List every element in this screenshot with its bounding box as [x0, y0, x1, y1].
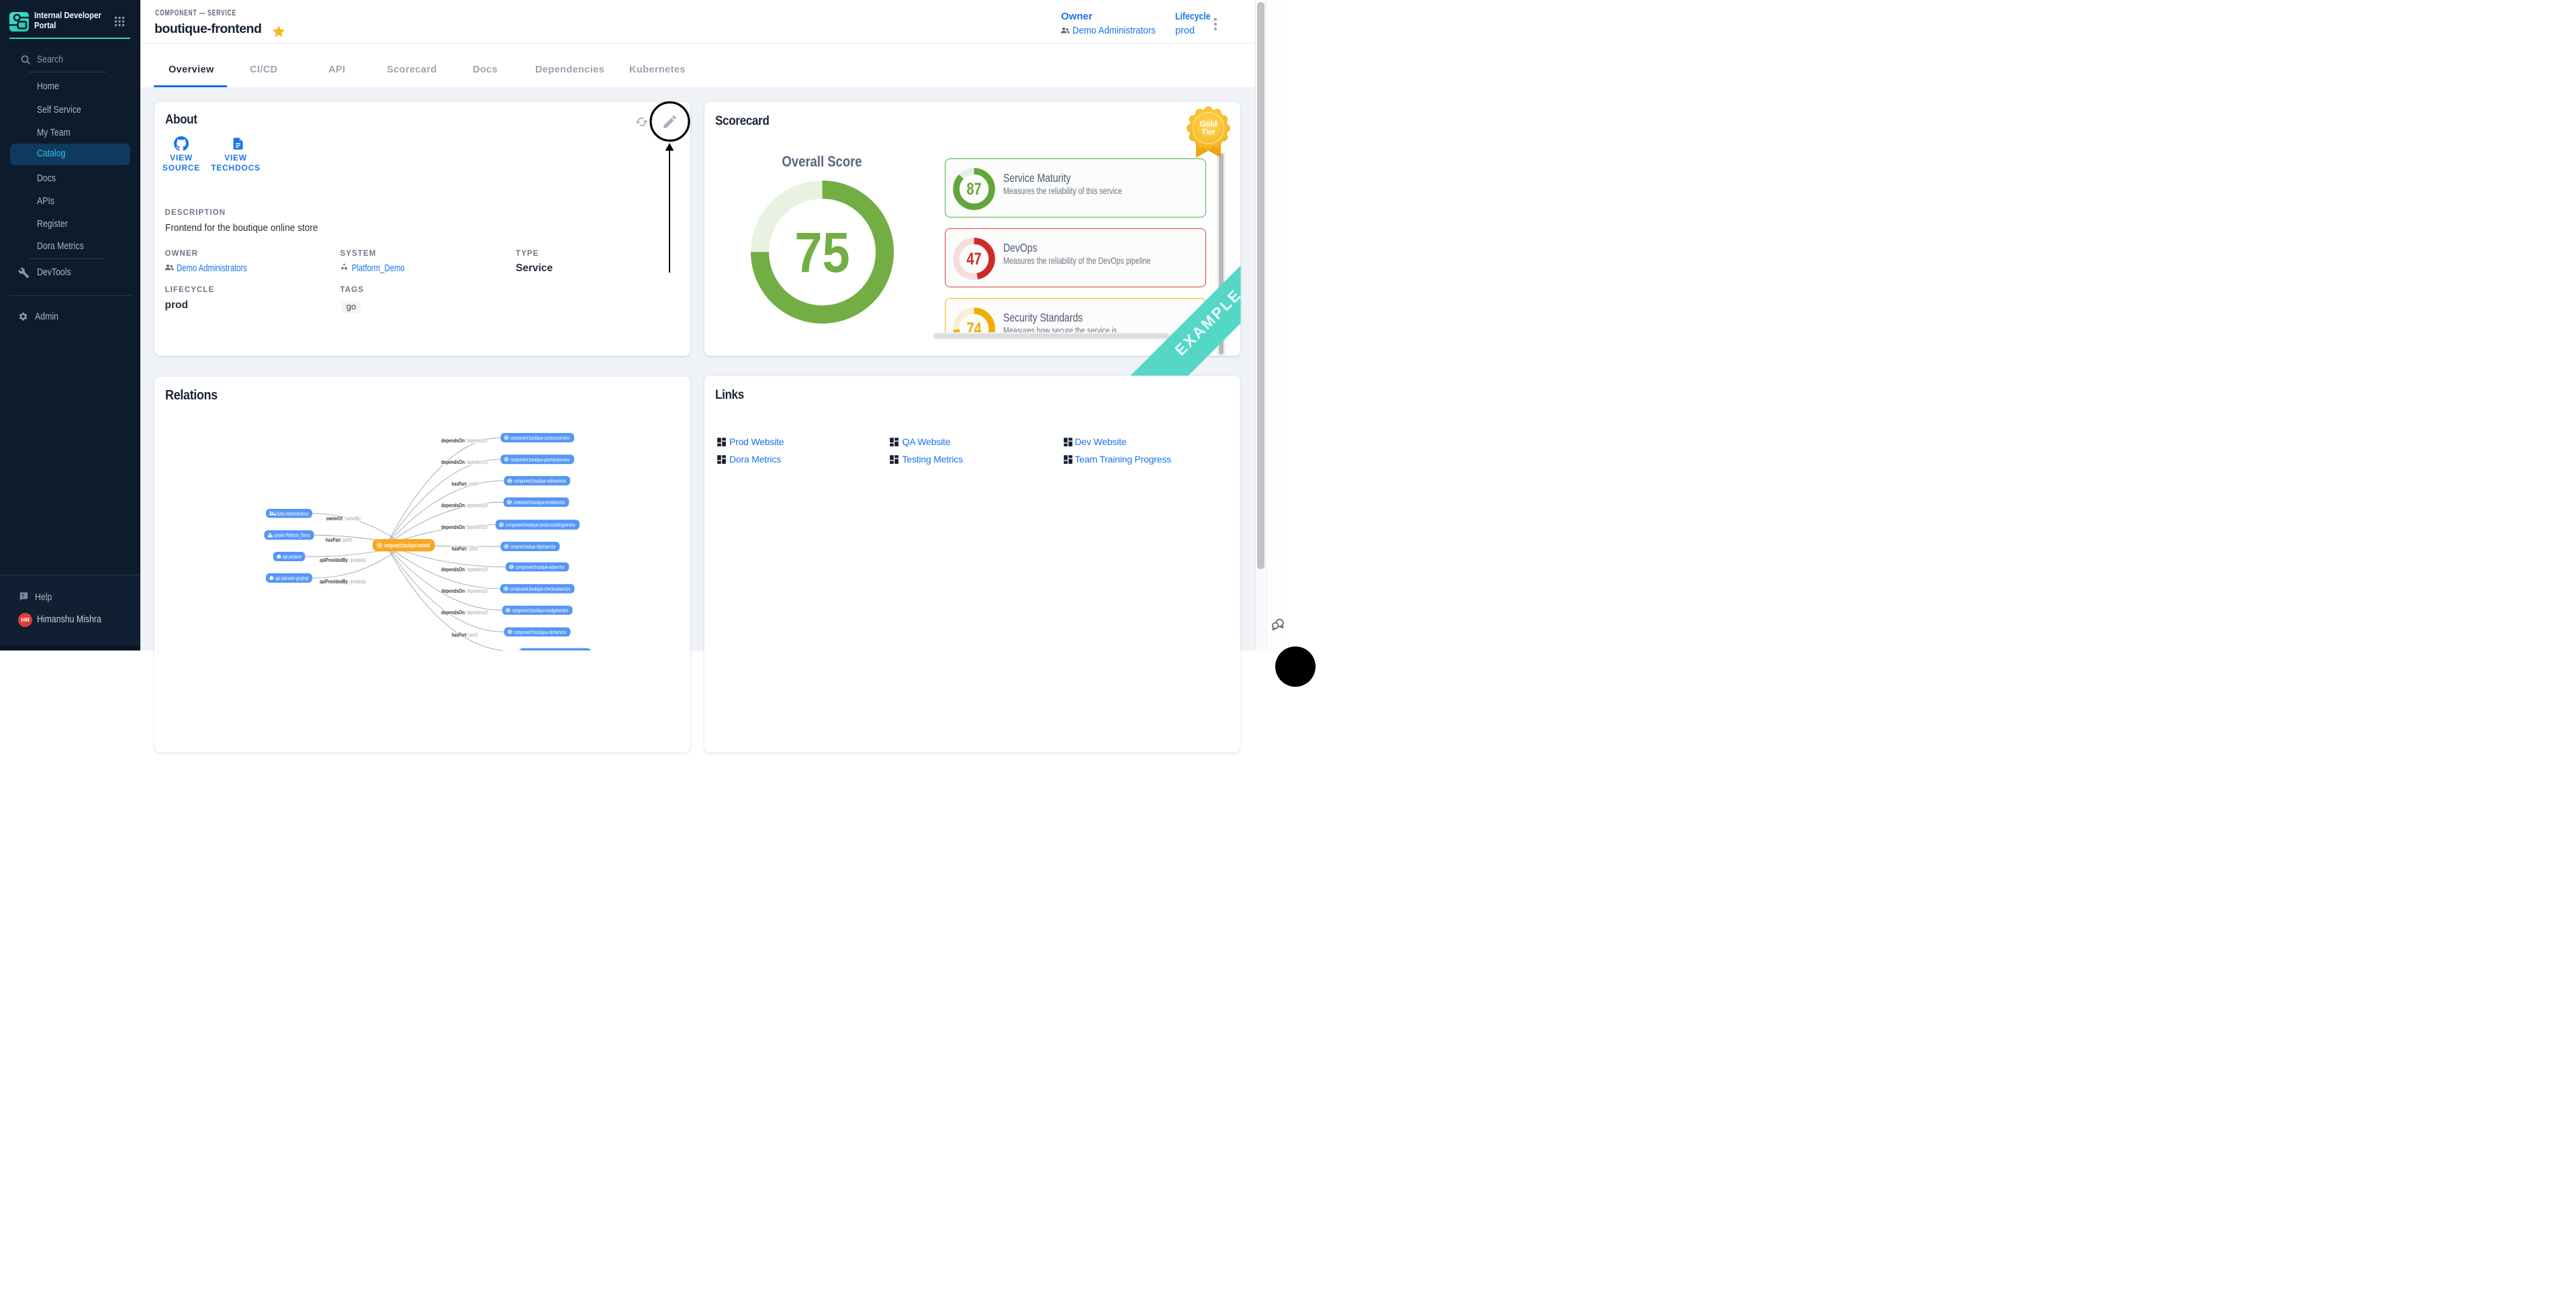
svg-text:/ partOf: / partOf	[467, 632, 478, 638]
svg-text:hasPart: hasPart	[326, 537, 340, 543]
svg-text:47: 47	[967, 250, 982, 269]
svg-text:component:boutique-checkoutser: component:boutique-checkoutservice	[510, 585, 570, 592]
svg-text:/ dependencyOf: / dependencyOf	[465, 459, 488, 465]
svg-text:dependsOn: dependsOn	[441, 503, 465, 509]
svg-text:api:petstore: api:petstore	[283, 553, 302, 560]
svg-text:75: 75	[794, 221, 849, 284]
svg-text:system:Platform_Demo: system:Platform_Demo	[274, 532, 310, 538]
svg-text:apiProvidedBy: apiProvidedBy	[320, 557, 348, 563]
svg-text:component:boutique-currencyser: component:boutique-currencyservice	[510, 434, 569, 441]
svg-text:dependsOn: dependsOn	[441, 438, 465, 444]
svg-text:ownerOf: ownerOf	[326, 516, 342, 522]
svg-text:component:boutique-redisservic: component:boutique-redisservice	[514, 477, 566, 484]
svg-text:component:boutique-frontend: component:boutique-frontend	[384, 542, 430, 549]
svg-text:/ dependencyOf: / dependencyOf	[465, 438, 488, 444]
svg-text:component:boutique-loadgenerat: component:boutique-loadgenerator	[512, 607, 568, 614]
svg-text:/ partOf: / partOf	[467, 481, 478, 487]
svg-text:hasPart: hasPart	[452, 546, 467, 552]
svg-text:component:boutique-paymentserv: component:boutique-paymentservice	[510, 456, 569, 463]
svg-text:component:boutique-adservice: component:boutique-adservice	[516, 564, 565, 571]
svg-text:?: ?	[21, 593, 24, 599]
svg-text:component:boutique-productcata: component:boutique-productcatalogservice	[506, 522, 576, 528]
svg-text:hasPart: hasPart	[452, 632, 467, 638]
svg-text:dependsOn: dependsOn	[441, 524, 465, 530]
svg-text:87: 87	[967, 180, 982, 199]
svg-text:component:boutique-cartservice: component:boutique-cartservice	[514, 628, 566, 635]
svg-text:apiProvidedBy: apiProvidedBy	[320, 579, 348, 585]
svg-text:Tier: Tier	[1201, 129, 1215, 137]
svg-text:/ dependencyOf: / dependencyOf	[465, 588, 488, 594]
svg-text:/ dependencyOf: / dependencyOf	[465, 524, 488, 530]
svg-text:api:starwars-graphql: api:starwars-graphql	[275, 575, 308, 581]
svg-text:dependsOn: dependsOn	[441, 610, 465, 616]
svg-text:component:boutique-emailservic: component:boutique-emailservice	[513, 499, 565, 505]
svg-text:dependsOn: dependsOn	[441, 459, 465, 465]
svg-text:/ dependencyOf: / dependencyOf	[465, 567, 488, 573]
svg-text:dependsOn: dependsOn	[441, 567, 465, 573]
svg-text:/ providesApi: / providesApi	[348, 579, 366, 585]
svg-text:Demo Administrators: Demo Administrators	[275, 510, 308, 517]
svg-text:/ partOf: / partOf	[467, 546, 478, 552]
svg-text:/ partOf: / partOf	[340, 537, 352, 543]
svg-text:component:boutique-shippingser: component:boutique-shippingservice	[510, 543, 555, 550]
svg-text:/ providesApi: / providesApi	[348, 557, 366, 563]
svg-text:dependsOn: dependsOn	[441, 588, 465, 594]
svg-text:/ dependencyOf: / dependencyOf	[465, 610, 488, 616]
svg-text:/ ownedBy: / ownedBy	[342, 516, 361, 522]
svg-text:hasPart: hasPart	[452, 481, 467, 487]
svg-text:/ dependencyOf: / dependencyOf	[465, 503, 488, 509]
svg-text:Gold: Gold	[1199, 121, 1217, 129]
